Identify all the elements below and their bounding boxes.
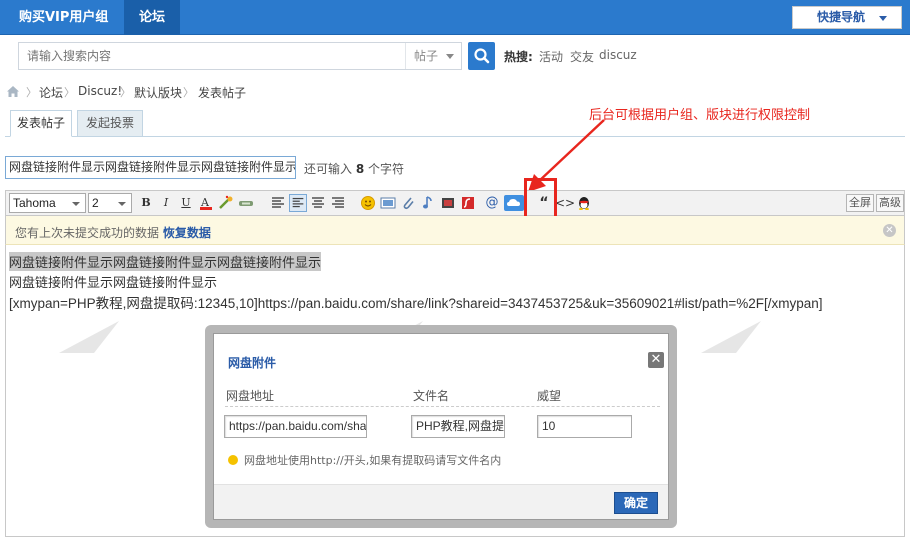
nav-buy-vip[interactable]: 购买VIP用户组	[5, 0, 122, 35]
unlink-icon[interactable]	[237, 194, 255, 212]
breadcrumb-separator: 〉	[120, 86, 131, 99]
breadcrumb-separator: 〉	[64, 86, 75, 99]
font-family-value: Tahoma	[13, 196, 56, 210]
home-icon[interactable]	[6, 85, 20, 98]
confirm-button[interactable]: 确定	[614, 492, 658, 514]
dialog-title: 网盘附件	[228, 356, 277, 370]
attachment-icon[interactable]	[399, 194, 417, 212]
dialog-footer: 确定	[214, 484, 668, 519]
column-reputation: 威望	[537, 389, 562, 403]
breadcrumb-current: 发表帖子	[198, 86, 247, 100]
search-input[interactable]	[19, 43, 404, 69]
link-icon[interactable]	[217, 194, 235, 212]
close-icon[interactable]: ✕	[883, 224, 896, 237]
font-color-icon[interactable]: A	[197, 194, 215, 212]
char-remaining-count: 8	[355, 162, 365, 176]
hot-search-label: 热搜:	[504, 50, 533, 64]
editor-text-line: 网盘链接附件显示网盘链接附件显示网盘链接附件显示	[9, 252, 322, 271]
chevron-down-icon	[72, 202, 80, 206]
nav-forum[interactable]: 论坛	[124, 0, 180, 35]
breadcrumb-discuz[interactable]: Discuz!	[78, 84, 122, 98]
smiley-icon[interactable]	[359, 194, 377, 212]
at-icon[interactable]: @	[483, 194, 501, 212]
draft-notice-text: 您有上次未提交成功的数据 恢复数据	[15, 224, 211, 241]
draft-notice-message: 您有上次未提交成功的数据	[15, 226, 160, 240]
align-left-icon[interactable]	[269, 194, 287, 212]
code-icon[interactable]: <>	[555, 194, 575, 212]
tab-new-post[interactable]: 发表帖子	[10, 110, 72, 137]
netdisk-dialog: 网盘附件 ✕ 网盘地址 文件名 威望 https://pan.baidu.com…	[213, 333, 669, 520]
chevron-down-icon	[118, 202, 126, 206]
chevron-down-icon	[446, 54, 454, 59]
breadcrumb-separator: 〉	[183, 86, 194, 99]
qq-icon[interactable]	[575, 194, 593, 212]
char-remaining-hint: 还可输入 8 个字符	[304, 160, 404, 177]
breadcrumb-separator: 〉	[26, 86, 37, 99]
char-remaining-suffix: 个字符	[368, 162, 405, 176]
hot-link-friends[interactable]: 交友	[570, 48, 594, 65]
quick-nav-dropdown[interactable]: 快捷导航	[792, 6, 902, 29]
breadcrumb-default-board[interactable]: 默认版块	[134, 84, 182, 101]
align-center-icon[interactable]	[289, 194, 307, 212]
subject-input[interactable]: 网盘链接附件显示网盘链接附件显示网盘链接附件显示	[5, 156, 296, 179]
advanced-mode-button[interactable]: 高级	[876, 194, 904, 212]
file-name-input[interactable]: PHP教程,网盘提取码:12345	[411, 415, 505, 438]
dialog-hint-text: 网盘地址使用http://开头,如果有提取码请写文件名内	[244, 454, 502, 467]
image-icon[interactable]	[379, 194, 397, 212]
chevron-down-icon	[879, 16, 887, 21]
font-size-value: 2	[92, 196, 99, 210]
hot-link-activity[interactable]: 活动	[539, 48, 563, 65]
netdisk-icon[interactable]	[503, 194, 525, 212]
underline-icon[interactable]: U	[177, 194, 195, 212]
top-navbar: 购买VIP用户组 论坛 快捷导航	[0, 0, 910, 35]
search-type-label: 帖子	[414, 49, 439, 63]
column-netdisk-url: 网盘地址	[226, 389, 275, 403]
dialog-hint: 网盘地址使用http://开头,如果有提取码请写文件名内	[228, 452, 501, 468]
restore-data-link[interactable]: 恢复数据	[163, 226, 211, 240]
font-size-select[interactable]: 2	[88, 193, 132, 213]
bold-icon[interactable]: B	[137, 194, 155, 212]
lightbulb-icon	[228, 455, 238, 465]
annotation-text: 后台可根据用户组、版块进行权限控制	[589, 108, 811, 123]
netdisk-dialog-frame: 网盘附件 ✕ 网盘地址 文件名 威望 https://pan.baidu.com…	[205, 325, 677, 528]
hot-link-discuz[interactable]: discuz	[599, 48, 637, 62]
watermark-arrow-icon	[59, 321, 119, 353]
editor-text-line: 网盘链接附件显示网盘链接附件显示	[9, 276, 218, 291]
watermark-arrow-icon	[701, 321, 761, 353]
flash-icon[interactable]	[459, 194, 477, 212]
close-icon[interactable]: ✕	[648, 352, 664, 368]
music-icon[interactable]	[419, 194, 437, 212]
search-box: 帖子	[18, 42, 462, 70]
font-family-select[interactable]: Tahoma	[9, 193, 86, 213]
italic-icon[interactable]: I	[157, 194, 175, 212]
align-justify-icon[interactable]	[329, 194, 347, 212]
search-type-select[interactable]: 帖子	[405, 43, 462, 69]
fullscreen-button[interactable]: 全屏	[846, 194, 874, 212]
netdisk-url-input[interactable]: https://pan.baidu.com/share	[224, 415, 367, 438]
reputation-input[interactable]: 10	[537, 415, 632, 438]
tab-new-poll[interactable]: 发起投票	[77, 110, 143, 137]
video-icon[interactable]	[439, 194, 457, 212]
search-button[interactable]	[468, 42, 495, 70]
editor-bbcode-line: [xmypan=PHP教程,网盘提取码:12345,10]https://pan…	[9, 296, 823, 311]
column-file-name: 文件名	[413, 389, 450, 403]
char-remaining-prefix: 还可输入	[304, 162, 353, 176]
quick-nav-label: 快捷导航	[817, 10, 866, 24]
draft-notice: 您有上次未提交成功的数据 恢复数据 ✕	[5, 216, 905, 245]
breadcrumb-forum[interactable]: 论坛	[39, 84, 63, 101]
editor-toolbar: Tahoma 2 B I U A @ “ <> 全屏 高级	[5, 190, 905, 216]
dialog-divider	[225, 406, 660, 407]
search-icon	[474, 48, 490, 64]
align-right-icon[interactable]	[309, 194, 327, 212]
